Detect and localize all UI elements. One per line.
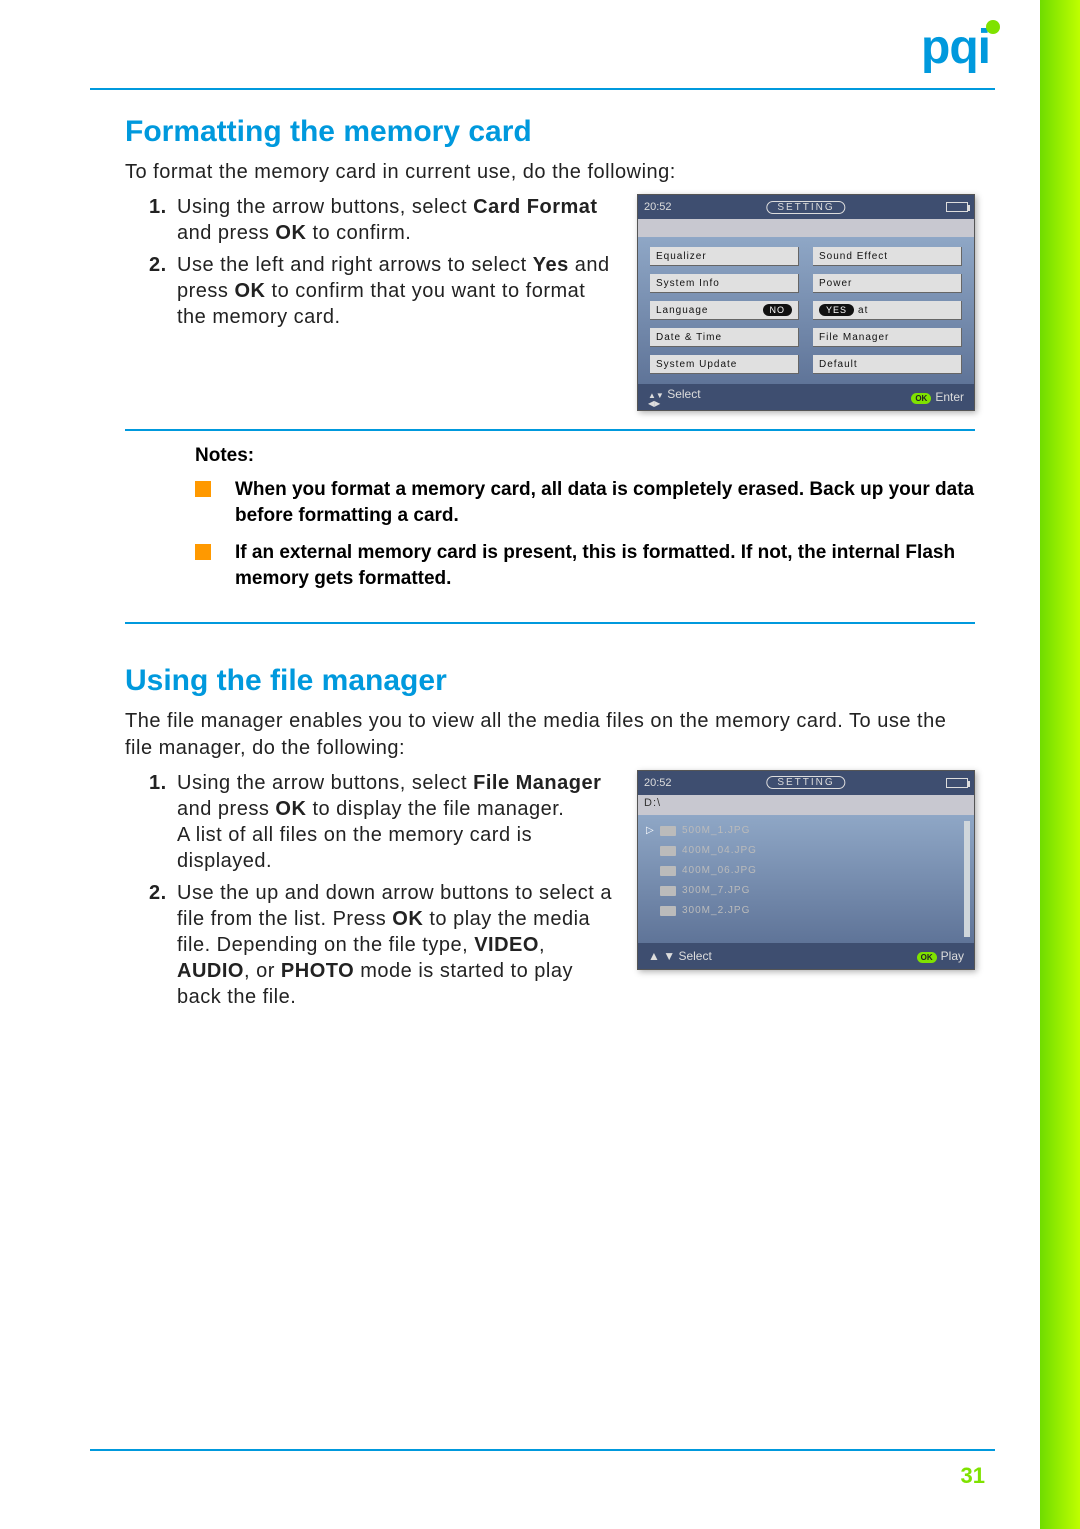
- notes-block: Notes: When you format a memory card, al…: [125, 429, 975, 624]
- format-step-1: 1. Using the arrow buttons, select Card …: [155, 194, 617, 246]
- menu-power: Power: [813, 274, 962, 293]
- file-icon: [660, 906, 676, 916]
- intro-file-manager: The file manager enables you to view all…: [125, 708, 975, 762]
- device2-foot-play: OKPlay: [917, 949, 964, 963]
- ok-badge-icon: OK: [917, 952, 937, 963]
- intro-format-card: To format the memory card in current use…: [125, 159, 975, 186]
- menu-system-update: System Update: [650, 355, 799, 374]
- brand-logo-text: pqi: [921, 21, 990, 74]
- caret-icon: ▷: [646, 825, 660, 836]
- device2-title: SETTING: [766, 776, 845, 789]
- file-row: 400M_06.JPG: [646, 861, 966, 881]
- updown-arrows-icon: ▲ ▼: [648, 949, 675, 963]
- no-pill: NO: [763, 304, 793, 316]
- heading-format-card: Formatting the memory card: [125, 115, 975, 149]
- device-settings-screenshot: 20:52 SETTING Equalizer System Info Lang…: [637, 194, 975, 411]
- file-row: 300M_7.JPG: [646, 881, 966, 901]
- page-number: 31: [961, 1463, 985, 1489]
- format-step-2: 2. Use the left and right arrows to sele…: [155, 252, 617, 330]
- menu-sound-effect: Sound Effect: [813, 247, 962, 266]
- ok-badge-icon: OK: [911, 393, 931, 404]
- device1-title: SETTING: [766, 201, 845, 214]
- file-row: 400M_04.JPG: [646, 841, 966, 861]
- fm-step-2: 2. Use the up and down arrow buttons to …: [155, 880, 617, 1010]
- device2-path: D:\: [638, 795, 974, 815]
- notes-title: Notes:: [195, 445, 975, 467]
- file-row: ▷500M_1.JPG: [646, 821, 966, 841]
- menu-equalizer: Equalizer: [650, 247, 799, 266]
- menu-date-time: Date & Time: [650, 328, 799, 347]
- menu-system-info: System Info: [650, 274, 799, 293]
- device-filemanager-screenshot: 20:52 SETTING D:\ ▷500M_1.JPG 400M_04.JP…: [637, 770, 975, 970]
- header-rule: [90, 88, 995, 90]
- menu-format: YESat: [813, 301, 962, 320]
- device2-foot-select: ▲ ▼ Select: [648, 949, 712, 963]
- scrollbar: [964, 821, 970, 937]
- fm-step-1-line2: A list of all files on the memory card i…: [177, 824, 532, 872]
- side-stripe: [1040, 0, 1080, 1529]
- note-bullet-icon: [195, 481, 211, 497]
- menu-file-manager: File Manager: [813, 328, 962, 347]
- fm-step-1: 1. Using the arrow buttons, select File …: [155, 770, 617, 874]
- menu-default: Default: [813, 355, 962, 374]
- brand-logo-dot-icon: [986, 20, 1000, 34]
- brand-logo: pqi: [921, 20, 990, 75]
- file-icon: [660, 886, 676, 896]
- yes-pill: YES: [819, 304, 854, 316]
- battery-icon: [946, 202, 968, 212]
- device2-time: 20:52: [644, 777, 672, 789]
- device1-time: 20:52: [644, 201, 672, 213]
- device1-foot-enter: OKEnter: [911, 390, 964, 404]
- battery-icon: [946, 778, 968, 788]
- file-icon: [660, 846, 676, 856]
- menu-language: LanguageNO: [650, 301, 799, 320]
- file-icon: [660, 866, 676, 876]
- nav-arrows-icon: ▲▼◀▶: [648, 392, 664, 408]
- footer-rule: [90, 1449, 995, 1451]
- note-1: When you format a memory card, all data …: [195, 477, 975, 528]
- heading-file-manager: Using the file manager: [125, 664, 975, 698]
- note-2: If an external memory card is present, t…: [195, 540, 975, 591]
- note-bullet-icon: [195, 544, 211, 560]
- device1-foot-select: ▲▼◀▶ Select: [648, 387, 701, 408]
- file-row: 300M_2.JPG: [646, 901, 966, 921]
- file-icon: [660, 826, 676, 836]
